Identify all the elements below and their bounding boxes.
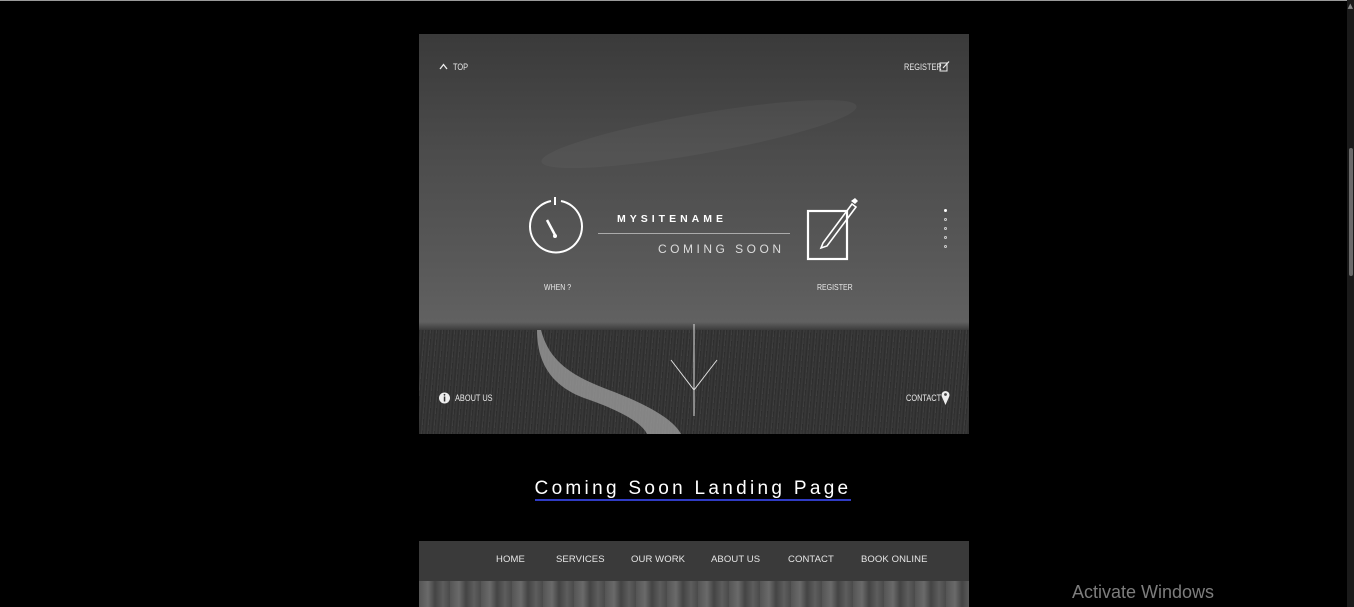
register-edit-icon[interactable] xyxy=(805,198,859,264)
scroll-up-arrow-icon[interactable]: ▲ xyxy=(1348,2,1353,10)
nav-contact[interactable]: CONTACT xyxy=(788,554,834,565)
info-icon[interactable] xyxy=(439,391,450,405)
register-link[interactable]: REGISTER xyxy=(904,62,942,72)
coming-soon-tagline: COMING SOON xyxy=(658,242,785,256)
template-navbar: HOME SERVICES OUR WORK ABOUT US CONTACT … xyxy=(419,541,969,581)
hero-image-strip xyxy=(419,581,969,607)
arrow-down-icon[interactable] xyxy=(669,324,719,416)
when-label: WHEN ? xyxy=(544,282,572,292)
slide-dot[interactable] xyxy=(944,218,947,221)
activate-windows-watermark: Activate Windows xyxy=(1072,582,1215,602)
map-pin-icon[interactable] xyxy=(941,390,950,406)
nav-services[interactable]: SERVICES xyxy=(556,554,605,565)
coming-soon-preview[interactable]: TOP REGISTER WHEN ? MYSITENAME COMING SO… xyxy=(419,34,969,434)
nav-about-us[interactable]: ABOUT US xyxy=(711,554,760,565)
slide-dot[interactable] xyxy=(944,209,947,212)
template-title-link[interactable]: Coming Soon Landing Page xyxy=(534,478,852,501)
brand-divider xyxy=(598,233,790,234)
sky-cloud xyxy=(537,86,861,182)
slide-dot[interactable] xyxy=(944,227,947,230)
window-top-border xyxy=(0,0,1347,1)
contact-link[interactable]: CONTACT xyxy=(906,393,941,403)
slide-dot[interactable] xyxy=(944,245,947,248)
edit-icon[interactable] xyxy=(939,60,950,72)
nav-our-work[interactable]: OUR WORK xyxy=(631,554,685,565)
page-scrollbar[interactable]: ▲ xyxy=(1347,0,1354,607)
stopwatch-icon[interactable] xyxy=(527,195,585,273)
nav-home[interactable]: HOME xyxy=(496,554,525,565)
top-link[interactable]: TOP xyxy=(453,62,468,72)
register-label: REGISTER xyxy=(817,282,853,292)
slide-dot[interactable] xyxy=(944,236,947,239)
slide-indicator[interactable] xyxy=(944,209,948,254)
nav-book-online[interactable]: BOOK ONLINE xyxy=(861,554,928,565)
second-template-preview[interactable]: HOME SERVICES OUR WORK ABOUT US CONTACT … xyxy=(419,541,969,607)
template-title[interactable]: Coming Soon Landing Page xyxy=(0,478,1354,501)
chevron-up-icon[interactable] xyxy=(439,63,448,70)
about-us-link[interactable]: ABOUT US xyxy=(455,393,493,403)
site-brand-name: MYSITENAME xyxy=(617,213,728,225)
scrollbar-thumb[interactable] xyxy=(1349,148,1353,276)
